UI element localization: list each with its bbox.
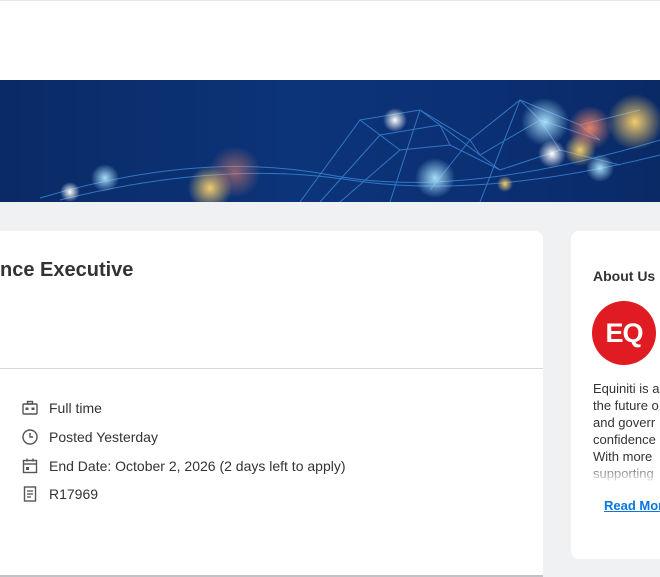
calendar-icon [20,456,40,476]
job-type-row: Full time [20,398,102,418]
hero-banner-image [0,80,660,202]
read-more-link[interactable]: Read Mor [604,498,660,513]
posted-date-row: Posted Yesterday [20,427,158,447]
end-date-text: End Date: October 2, 2026 (2 days left t… [49,458,346,474]
about-line: and goverr [593,415,656,430]
top-header-bar [0,0,660,80]
about-line: confidence [593,432,656,447]
posted-date-text: Posted Yesterday [49,429,158,445]
end-date-row: End Date: October 2, 2026 (2 days left t… [20,456,346,476]
about-line: Equiniti is a [593,381,660,396]
briefcase-icon [20,398,40,418]
company-logo: EQ [592,301,656,365]
divider [0,368,543,369]
job-title: nce Executive [0,259,134,281]
requisition-id-text: R17969 [49,486,99,502]
about-line: the future o [593,398,659,413]
job-type-text: Full time [49,400,102,416]
text-fade-overlay [593,462,660,484]
document-icon [20,484,40,504]
clock-icon [20,427,40,447]
about-us-heading: About Us [593,268,656,284]
requisition-id-row: R17969 [20,484,98,504]
